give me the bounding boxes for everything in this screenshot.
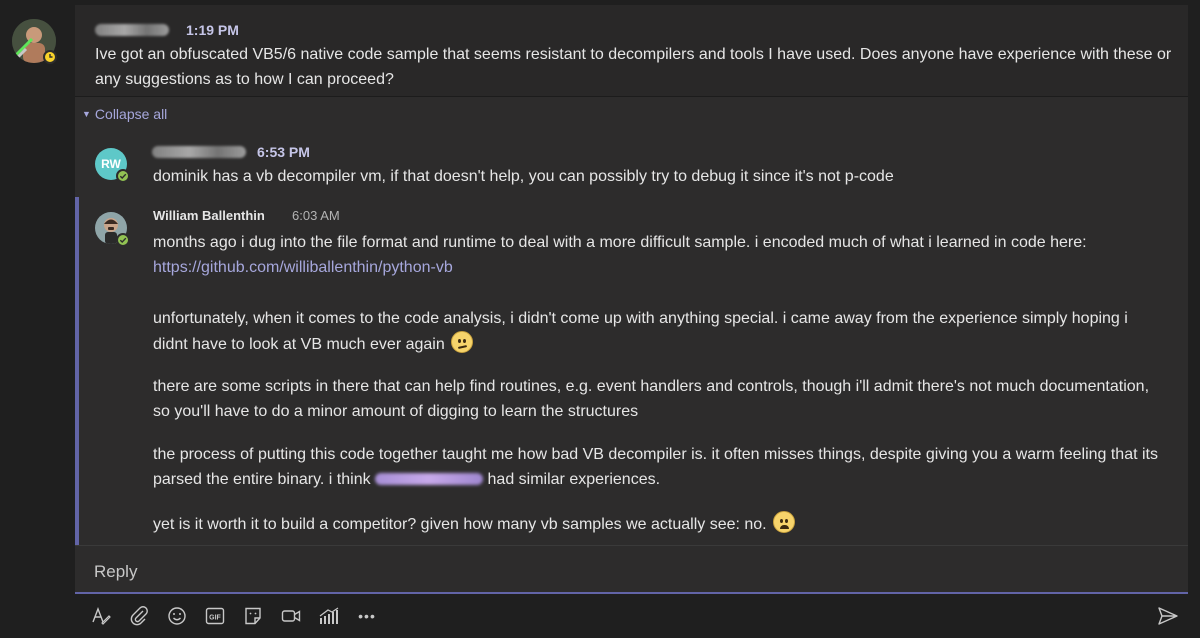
root-timestamp: 1:19 PM: [186, 22, 239, 38]
worried-emoji-icon[interactable]: [773, 511, 796, 533]
reply-paragraph: unfortunately, when it comes to the code…: [153, 306, 1163, 357]
reply-highlight-bar: [75, 197, 79, 545]
reply-paragraph: months ago i dug into the file format an…: [153, 230, 1183, 280]
confused-emoji-icon[interactable]: [451, 331, 474, 353]
available-status-icon: [116, 233, 130, 247]
redacted-author-name: [95, 24, 169, 36]
reply-message-text: dominik has a vb decompiler vm, if that …: [153, 168, 894, 185]
meet-now-icon[interactable]: [278, 603, 304, 629]
gif-label: GIF: [209, 615, 221, 622]
reply-paragraph-text: yet is it worth it to build a competitor…: [153, 516, 767, 533]
available-status-icon: [116, 169, 130, 183]
reply-paragraph: there are some scripts in there that can…: [153, 378, 1150, 420]
emoji-icon[interactable]: [164, 603, 190, 629]
reply-input[interactable]: Reply: [75, 545, 1188, 594]
reply-paragraph: the process of putting this code togethe…: [153, 442, 1163, 492]
collapse-all-button[interactable]: ▼ Collapse all: [82, 106, 167, 122]
reply-paragraph-text: months ago i dug into the file format an…: [153, 234, 1087, 251]
compose-toolbar: GIF •••: [88, 603, 392, 629]
reply-author-avatar[interactable]: [95, 212, 130, 247]
reply-timestamp: 6:53 PM: [257, 144, 310, 160]
redacted-mention[interactable]: [375, 473, 484, 485]
reply-timestamp: 6:03 AM: [292, 208, 340, 223]
reply-paragraph-text: unfortunately, when it comes to the code…: [153, 310, 1128, 353]
gif-icon[interactable]: GIF: [202, 603, 228, 629]
root-message-text: Ive got an obfuscated VB5/6 native code …: [95, 46, 1172, 88]
reply-paragraph-text: had similar experiences.: [487, 471, 661, 488]
github-link[interactable]: https://github.com/williballenthin/pytho…: [153, 259, 453, 276]
send-icon[interactable]: [1155, 603, 1181, 629]
redacted-author-name: [152, 146, 246, 158]
root-author-avatar[interactable]: [12, 19, 57, 64]
attach-icon[interactable]: [126, 603, 152, 629]
more-options-icon[interactable]: •••: [354, 603, 380, 629]
praise-icon[interactable]: [316, 603, 342, 629]
reply-author-avatar[interactable]: RW: [95, 148, 130, 183]
reply-placeholder: Reply: [94, 562, 138, 581]
reply-author-name[interactable]: William Ballenthin: [153, 208, 265, 223]
format-icon[interactable]: [88, 603, 114, 629]
more-options-label: •••: [358, 608, 376, 624]
caret-down-icon: ▼: [82, 109, 91, 119]
reply-paragraph: yet is it worth it to build a competitor…: [153, 511, 1163, 537]
sticker-icon[interactable]: [240, 603, 266, 629]
collapse-all-label: Collapse all: [94, 106, 168, 122]
away-status-icon: [43, 50, 57, 64]
